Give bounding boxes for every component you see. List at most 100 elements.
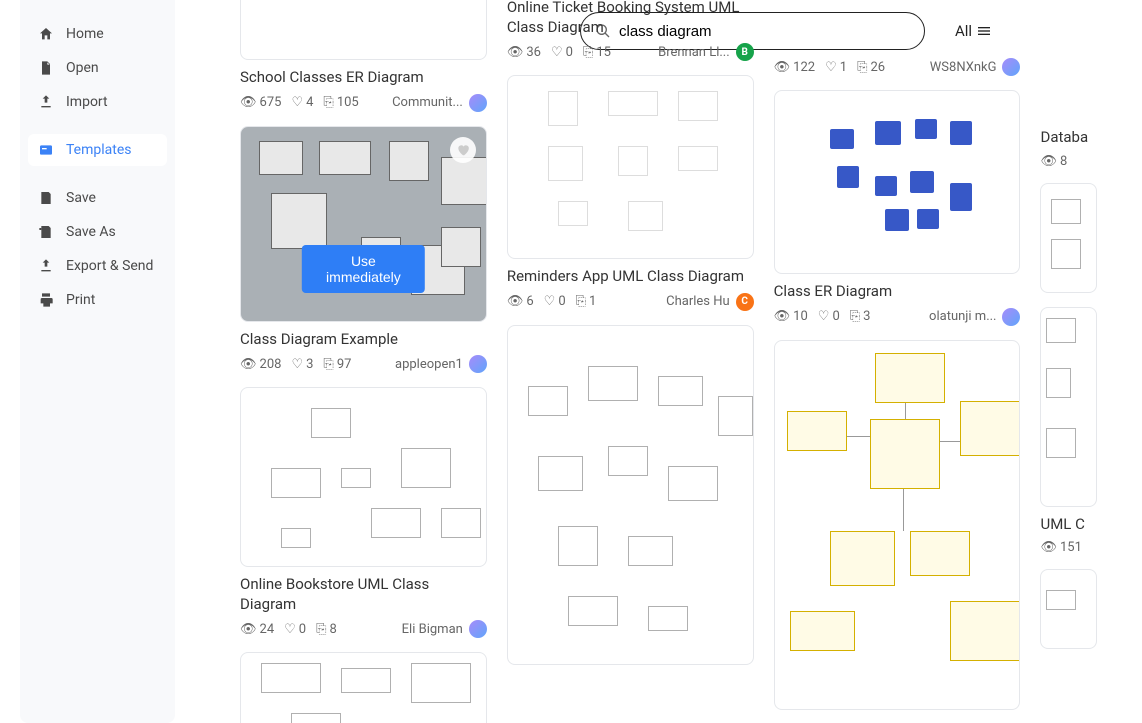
heart-icon: ♡ bbox=[551, 45, 563, 60]
export-icon bbox=[38, 258, 54, 274]
copy-icon: ⎘ bbox=[857, 60, 867, 75]
sidebar-item-templates[interactable]: Templates bbox=[28, 134, 167, 166]
template-card[interactable]: Online Ticket Booking System UML Class D… bbox=[507, 0, 754, 61]
avatar: B bbox=[736, 43, 754, 61]
sidebar-item-print[interactable]: Print bbox=[28, 284, 167, 316]
template-card[interactable] bbox=[240, 652, 487, 723]
sidebar-item-save[interactable]: Save bbox=[28, 182, 167, 214]
favorite-icon[interactable] bbox=[450, 137, 476, 163]
heart-icon: ♡ bbox=[825, 60, 837, 75]
template-card[interactable]: Use immediately Class Diagram Example 👁2… bbox=[240, 126, 487, 374]
author-name: Communit... bbox=[392, 95, 463, 110]
template-title: Class Diagram Example bbox=[240, 330, 487, 350]
template-title: UML C bbox=[1040, 515, 1097, 535]
author-name: WS8NXnkG bbox=[930, 60, 997, 75]
copy-icon: ⎘ bbox=[316, 622, 326, 637]
author-name: olatunji m... bbox=[929, 309, 996, 324]
template-card[interactable] bbox=[774, 340, 1021, 710]
copy-icon: ⎘ bbox=[576, 294, 586, 309]
file-icon bbox=[38, 60, 54, 76]
sidebar-item-home[interactable]: Home bbox=[28, 18, 167, 50]
eye-icon: 👁 bbox=[507, 45, 524, 60]
copy-icon: ⎘ bbox=[583, 45, 593, 60]
template-meta: 👁24 ♡0 ⎘8 Eli Bigman bbox=[240, 620, 487, 638]
template-thumb bbox=[1040, 569, 1097, 649]
template-title: Class ER Diagram bbox=[774, 282, 1021, 302]
eye-icon: 👁 bbox=[1040, 154, 1057, 169]
sidebar-item-export[interactable]: Export & Send bbox=[28, 250, 167, 282]
sidebar-label: Save As bbox=[66, 224, 116, 240]
template-thumb bbox=[240, 0, 487, 60]
import-icon bbox=[38, 94, 54, 110]
save-icon bbox=[38, 190, 54, 206]
sidebar-item-saveas[interactable]: Save As bbox=[28, 216, 167, 248]
template-thumb bbox=[240, 387, 487, 567]
sidebar-label: Print bbox=[66, 292, 95, 308]
sidebar-label: Home bbox=[66, 26, 104, 42]
avatar bbox=[469, 94, 487, 112]
copy-icon: ⎘ bbox=[323, 357, 333, 372]
saveas-icon bbox=[38, 224, 54, 240]
template-meta: 👁8 bbox=[1040, 154, 1097, 169]
template-gallery: School Classes ER Diagram 👁675 ♡4 ⎘105 C… bbox=[195, 0, 1142, 723]
heart-icon: ♡ bbox=[544, 294, 556, 309]
author-name: Charles Hu bbox=[666, 294, 730, 309]
heart-icon: ♡ bbox=[291, 357, 303, 372]
template-meta: 👁36 ♡0 ⎘15 Brennan Ll...B bbox=[507, 43, 754, 61]
avatar: C bbox=[736, 293, 754, 311]
template-title: Databa bbox=[1040, 128, 1097, 148]
eye-icon: 👁 bbox=[774, 60, 791, 75]
eye-icon: 👁 bbox=[240, 95, 257, 110]
template-card[interactable] bbox=[1040, 569, 1097, 649]
template-thumb bbox=[240, 652, 487, 723]
avatar bbox=[469, 620, 487, 638]
heart-icon: ♡ bbox=[818, 309, 830, 324]
sidebar-label: Templates bbox=[66, 142, 132, 158]
eye-icon: 👁 bbox=[507, 294, 524, 309]
eye-icon: 👁 bbox=[240, 622, 257, 637]
template-meta: 👁10 ♡0 ⎘3 olatunji m... bbox=[774, 308, 1021, 326]
template-title: Online Ticket Booking System UML Class D… bbox=[507, 0, 754, 37]
eye-icon: 👁 bbox=[774, 309, 791, 324]
eye-icon: 👁 bbox=[1040, 540, 1057, 555]
avatar bbox=[1002, 308, 1020, 326]
template-meta: 👁6 ♡0 ⎘1 Charles HuC bbox=[507, 293, 754, 311]
template-meta: 👁208 ♡3 ⎘97 appleopen1 bbox=[240, 355, 487, 373]
template-card[interactable]: Online Bookstore UML Class Diagram 👁24 ♡… bbox=[240, 387, 487, 638]
template-title: Reminders App UML Class Diagram bbox=[507, 267, 754, 287]
template-thumb bbox=[1040, 307, 1097, 507]
template-thumb: Use immediately bbox=[240, 126, 487, 322]
template-meta: 👁122 ♡1 ⎘26 WS8NXnkG bbox=[774, 58, 1021, 76]
copy-icon: ⎘ bbox=[850, 309, 860, 324]
template-thumb bbox=[1040, 183, 1097, 293]
template-card[interactable]: Reminders App UML Class Diagram 👁6 ♡0 ⎘1… bbox=[507, 75, 754, 311]
template-card[interactable]: UML C 👁151 bbox=[1040, 307, 1097, 556]
template-thumb bbox=[774, 340, 1021, 710]
template-card[interactable]: Class ER Diagram 👁10 ♡0 ⎘3 olatunji m... bbox=[774, 90, 1021, 326]
use-immediately-button[interactable]: Use immediately bbox=[302, 245, 424, 293]
avatar bbox=[469, 355, 487, 373]
template-card[interactable]: School Classes ER Diagram 👁675 ♡4 ⎘105 C… bbox=[240, 0, 487, 112]
sidebar-item-import[interactable]: Import bbox=[28, 86, 167, 118]
template-card[interactable]: 👁122 ♡1 ⎘26 WS8NXnkG bbox=[774, 52, 1021, 76]
sidebar-item-open[interactable]: Open bbox=[28, 52, 167, 84]
eye-icon: 👁 bbox=[240, 357, 257, 372]
author-name: Brennan Ll... bbox=[658, 45, 730, 60]
sidebar-label: Open bbox=[66, 60, 99, 76]
template-card[interactable] bbox=[507, 325, 754, 665]
template-card[interactable] bbox=[1040, 183, 1097, 293]
template-title: School Classes ER Diagram bbox=[240, 68, 487, 88]
heart-icon: ♡ bbox=[284, 622, 296, 637]
author-name: appleopen1 bbox=[395, 357, 463, 372]
copy-icon: ⎘ bbox=[323, 95, 333, 110]
heart-icon: ♡ bbox=[291, 95, 303, 110]
template-title: Online Bookstore UML Class Diagram bbox=[240, 575, 487, 614]
home-icon bbox=[38, 26, 54, 42]
template-meta: 👁151 bbox=[1040, 540, 1097, 555]
template-thumb bbox=[507, 325, 754, 665]
author-name: Eli Bigman bbox=[402, 622, 463, 637]
template-card[interactable]: Databa 👁8 bbox=[1040, 120, 1097, 169]
templates-icon bbox=[38, 142, 54, 158]
template-thumb bbox=[774, 90, 1021, 274]
avatar bbox=[1002, 58, 1020, 76]
